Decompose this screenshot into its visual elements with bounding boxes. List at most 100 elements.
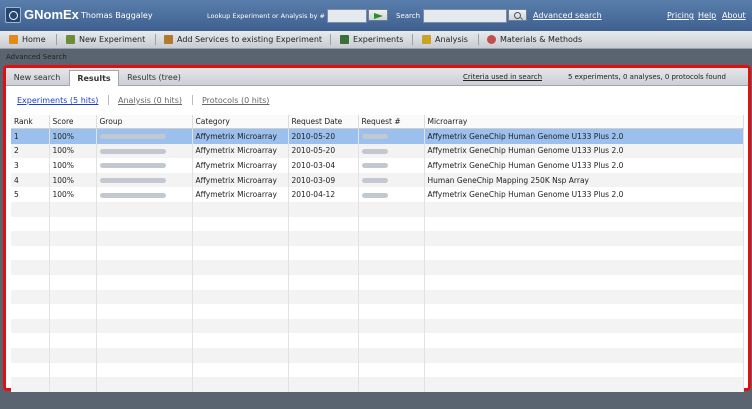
empty-cell [11,201,50,217]
empty-cell [49,274,97,290]
empty-cell [192,274,289,290]
empty-cell [96,304,193,319]
empty-cell [192,260,289,275]
empty-cell [96,333,193,348]
nav-add-services[interactable]: Add Services to existing Experiment [164,31,322,48]
cell-category: Affymetrix Microarray [192,143,289,159]
empty-cell [288,245,359,261]
lookup-input[interactable] [327,9,367,23]
empty-cell [424,231,744,246]
nav-experiments[interactable]: Experiments [340,31,403,48]
column-header-request-number[interactable]: Request # [358,115,425,129]
table-row[interactable]: 5 100% Affymetrix Microarray 2010-04-12 … [11,187,744,202]
empty-cell [358,201,425,217]
results-tab-experiments[interactable]: Experiments (5 hits) [17,96,98,105]
redacted-request-number [361,134,388,140]
pricing-link[interactable]: Pricing [667,11,694,20]
table-row-empty [11,260,744,275]
empty-cell [11,216,50,232]
app-title: GNomEx [24,7,79,22]
redacted-group [99,178,166,184]
criteria-link[interactable]: Criteria used in search [463,73,542,81]
lookup-go-button[interactable] [368,9,388,21]
chart-icon [422,35,431,44]
help-link[interactable]: Help [698,11,716,20]
cell-rank: 3 [11,158,50,173]
nav-separator [330,34,331,45]
empty-cell [288,318,359,334]
cell-request-number [358,158,425,173]
table-row-empty [11,245,744,261]
tab-results[interactable]: Results [69,70,119,86]
cell-group [96,158,193,173]
empty-cell [11,274,50,290]
nav-analysis[interactable]: Analysis [422,31,468,48]
search-tabs-bar: New search Results Results (tree) Criter… [6,68,748,86]
cell-request-number [358,128,425,144]
nav-new-experiment[interactable]: New Experiment [66,31,145,48]
empty-cell [288,377,359,392]
redacted-request-number [361,178,388,184]
empty-cell [358,274,425,290]
advanced-search-link[interactable]: Advanced search [533,11,602,20]
empty-cell [358,216,425,232]
column-header-request-date[interactable]: Request Date [288,115,359,129]
empty-cell [192,201,289,217]
column-header-microarray[interactable]: Microarray [424,115,744,129]
palette-icon [487,35,496,44]
column-header-rank[interactable]: Rank [11,115,50,129]
about-link[interactable]: About [722,11,746,20]
empty-cell [424,333,744,348]
column-header-group[interactable]: Group [96,115,193,129]
empty-cell [192,216,289,232]
nav-new-experiment-label: New Experiment [79,35,146,44]
cell-score: 100% [49,172,97,188]
column-header-category[interactable]: Category [192,115,289,129]
empty-cell [288,333,359,348]
empty-cell [424,245,744,261]
results-table: Rank Score Group Category Request Date R… [11,115,744,392]
empty-cell [288,216,359,232]
empty-cell [49,377,97,392]
table-row[interactable]: 4 100% Affymetrix Microarray 2010-03-09 … [11,172,744,188]
table-row-empty [11,304,744,319]
empty-cell [96,216,193,232]
cell-category: Affymetrix Microarray [192,172,289,188]
search-label: Search [396,12,421,20]
empty-cell [96,289,193,305]
empty-cell [11,231,50,246]
table-row[interactable]: 3 100% Affymetrix Microarray 2010-03-04 … [11,158,744,173]
search-input[interactable] [423,9,507,23]
cell-group [96,172,193,188]
tab-new-search[interactable]: New search [11,70,63,85]
tab-results-tree[interactable]: Results (tree) [120,70,188,85]
empty-cell [49,362,97,378]
empty-cell [424,289,744,305]
cell-request-number [358,187,425,202]
empty-cell [11,260,50,275]
empty-cell [96,260,193,275]
results-tab-protocols[interactable]: Protocols (0 hits) [202,96,269,105]
table-row[interactable]: 1 100% Affymetrix Microarray 2010-05-20 … [11,128,744,144]
cell-microarray: Affymetrix GeneChip Human Genome U133 Pl… [424,187,744,202]
table-row-empty [11,216,744,232]
nav-home[interactable]: Home [9,31,46,48]
results-panel: New search Results Results (tree) Criter… [3,65,751,392]
empty-cell [424,260,744,275]
cell-rank: 4 [11,172,50,188]
nav-separator [155,34,156,45]
cell-rank: 2 [11,143,50,159]
results-tab-analysis[interactable]: Analysis (0 hits) [118,96,182,105]
redacted-request-number [361,192,388,198]
nav-materials-methods[interactable]: Materials & Methods [487,31,582,48]
cell-microarray: Affymetrix GeneChip Human Genome U133 Pl… [424,143,744,159]
column-header-score[interactable]: Score [49,115,97,129]
empty-cell [96,318,193,334]
table-row-empty [11,377,744,392]
beaker-icon [340,35,349,44]
table-row[interactable]: 2 100% Affymetrix Microarray 2010-05-20 … [11,143,744,159]
search-button[interactable] [508,9,527,21]
empty-cell [288,289,359,305]
user-name: Thomas Baggaley [81,11,153,20]
empty-cell [358,289,425,305]
